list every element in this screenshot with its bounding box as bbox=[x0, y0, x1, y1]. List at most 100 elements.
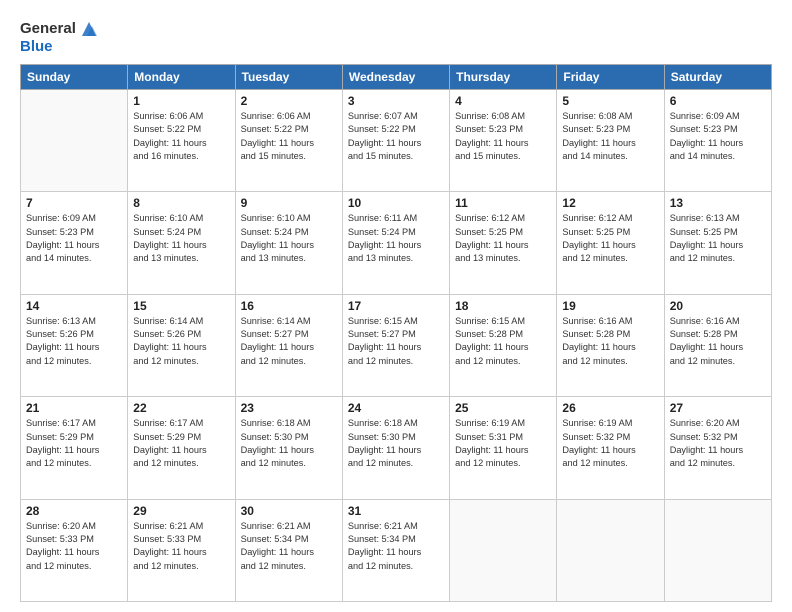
day-number: 27 bbox=[670, 401, 766, 415]
day-number: 28 bbox=[26, 504, 122, 518]
day-info: Sunrise: 6:09 AM Sunset: 5:23 PM Dayligh… bbox=[670, 110, 766, 163]
day-info: Sunrise: 6:17 AM Sunset: 5:29 PM Dayligh… bbox=[133, 417, 229, 470]
day-number: 23 bbox=[241, 401, 337, 415]
day-info: Sunrise: 6:21 AM Sunset: 5:33 PM Dayligh… bbox=[133, 520, 229, 573]
calendar-cell: 16 Sunrise: 6:14 AM Sunset: 5:27 PM Dayli… bbox=[235, 294, 342, 396]
calendar-cell: 21Sunrise: 6:17 AM Sunset: 5:29 PM Dayli… bbox=[21, 397, 128, 499]
day-number: 3 bbox=[348, 94, 444, 108]
day-info: Sunrise: 6:15 AM Sunset: 5:27 PM Dayligh… bbox=[348, 315, 444, 368]
day-number: 31 bbox=[348, 504, 444, 518]
calendar-week-row: 7 Sunrise: 6:09 AM Sunset: 5:23 PM Daylig… bbox=[21, 192, 772, 294]
calendar-cell: 6 Sunrise: 6:09 AM Sunset: 5:23 PM Daylig… bbox=[664, 90, 771, 192]
day-number: 2 bbox=[241, 94, 337, 108]
day-number: 29 bbox=[133, 504, 229, 518]
calendar-cell: 13Sunrise: 6:13 AM Sunset: 5:25 PM Dayli… bbox=[664, 192, 771, 294]
day-info: Sunrise: 6:11 AM Sunset: 5:24 PM Dayligh… bbox=[348, 212, 444, 265]
calendar-cell: 10Sunrise: 6:11 AM Sunset: 5:24 PM Dayli… bbox=[342, 192, 449, 294]
day-number: 19 bbox=[562, 299, 658, 313]
calendar-cell: 9 Sunrise: 6:10 AM Sunset: 5:24 PM Daylig… bbox=[235, 192, 342, 294]
day-info: Sunrise: 6:14 AM Sunset: 5:27 PM Dayligh… bbox=[241, 315, 337, 368]
day-number: 30 bbox=[241, 504, 337, 518]
calendar-cell: 22 Sunrise: 6:17 AM Sunset: 5:29 PM Dayli… bbox=[128, 397, 235, 499]
day-info: Sunrise: 6:09 AM Sunset: 5:23 PM Dayligh… bbox=[26, 212, 122, 265]
calendar-cell: 23 Sunrise: 6:18 AM Sunset: 5:30 PM Dayli… bbox=[235, 397, 342, 499]
calendar-cell: 7 Sunrise: 6:09 AM Sunset: 5:23 PM Daylig… bbox=[21, 192, 128, 294]
day-number: 18 bbox=[455, 299, 551, 313]
calendar-cell: 27Sunrise: 6:20 AM Sunset: 5:32 PM Dayli… bbox=[664, 397, 771, 499]
day-info: Sunrise: 6:06 AM Sunset: 5:22 PM Dayligh… bbox=[133, 110, 229, 163]
calendar-week-row: 21 Sunrise: 6:17 AM Sunset: 5:29 PM Dayli… bbox=[21, 397, 772, 499]
day-number: 25 bbox=[455, 401, 551, 415]
weekday-header: Tuesday bbox=[235, 65, 342, 90]
calendar-cell: 31 Sunrise: 6:21 AM Sunset: 5:34 PM Dayli… bbox=[342, 499, 449, 601]
day-number: 24 bbox=[348, 401, 444, 415]
calendar-cell: 3 Sunrise: 6:07 AM Sunset: 5:22 PM Daylig… bbox=[342, 90, 449, 192]
day-number: 6 bbox=[670, 94, 766, 108]
calendar-header-row: SundayMondayTuesdayWednesdayThursdayFrid… bbox=[21, 65, 772, 90]
day-number: 1 bbox=[133, 94, 229, 108]
day-info: Sunrise: 6:15 AM Sunset: 5:28 PM Dayligh… bbox=[455, 315, 551, 368]
calendar-cell bbox=[664, 499, 771, 601]
day-info: Sunrise: 6:18 AM Sunset: 5:30 PM Dayligh… bbox=[348, 417, 444, 470]
calendar-cell: 4Sunrise: 6:08 AM Sunset: 5:23 PM Daylig… bbox=[450, 90, 557, 192]
calendar-cell: 12Sunrise: 6:12 AM Sunset: 5:25 PM Dayli… bbox=[557, 192, 664, 294]
day-info: Sunrise: 6:13 AM Sunset: 5:25 PM Dayligh… bbox=[670, 212, 766, 265]
day-number: 15 bbox=[133, 299, 229, 313]
calendar-cell: 18 Sunrise: 6:15 AM Sunset: 5:28 PM Dayli… bbox=[450, 294, 557, 396]
day-number: 26 bbox=[562, 401, 658, 415]
day-number: 9 bbox=[241, 196, 337, 210]
day-number: 7 bbox=[26, 196, 122, 210]
calendar-cell: 17 Sunrise: 6:15 AM Sunset: 5:27 PM Dayli… bbox=[342, 294, 449, 396]
header: General Blue bbox=[20, 18, 772, 56]
calendar-cell: 26 Sunrise: 6:19 AM Sunset: 5:32 PM Dayli… bbox=[557, 397, 664, 499]
day-number: 11 bbox=[455, 196, 551, 210]
day-info: Sunrise: 6:12 AM Sunset: 5:25 PM Dayligh… bbox=[455, 212, 551, 265]
calendar-cell: 8Sunrise: 6:10 AM Sunset: 5:24 PM Daylig… bbox=[128, 192, 235, 294]
calendar-cell: 14 Sunrise: 6:13 AM Sunset: 5:26 PM Dayli… bbox=[21, 294, 128, 396]
day-info: Sunrise: 6:20 AM Sunset: 5:33 PM Dayligh… bbox=[26, 520, 122, 573]
logo-general: General bbox=[20, 20, 76, 38]
day-info: Sunrise: 6:13 AM Sunset: 5:26 PM Dayligh… bbox=[26, 315, 122, 368]
day-info: Sunrise: 6:10 AM Sunset: 5:24 PM Dayligh… bbox=[133, 212, 229, 265]
day-number: 17 bbox=[348, 299, 444, 313]
day-info: Sunrise: 6:07 AM Sunset: 5:22 PM Dayligh… bbox=[348, 110, 444, 163]
logo: General Blue bbox=[20, 18, 100, 56]
weekday-header: Friday bbox=[557, 65, 664, 90]
day-info: Sunrise: 6:12 AM Sunset: 5:25 PM Dayligh… bbox=[562, 212, 658, 265]
day-number: 22 bbox=[133, 401, 229, 415]
weekday-header: Saturday bbox=[664, 65, 771, 90]
weekday-header: Monday bbox=[128, 65, 235, 90]
day-number: 5 bbox=[562, 94, 658, 108]
day-info: Sunrise: 6:19 AM Sunset: 5:32 PM Dayligh… bbox=[562, 417, 658, 470]
page: General Blue SundayMondayTuesdayWednesda… bbox=[0, 0, 792, 612]
day-number: 14 bbox=[26, 299, 122, 313]
weekday-header: Sunday bbox=[21, 65, 128, 90]
day-info: Sunrise: 6:18 AM Sunset: 5:30 PM Dayligh… bbox=[241, 417, 337, 470]
weekday-header: Wednesday bbox=[342, 65, 449, 90]
calendar-cell bbox=[21, 90, 128, 192]
calendar-cell: 25 Sunrise: 6:19 AM Sunset: 5:31 PM Dayli… bbox=[450, 397, 557, 499]
calendar-table: SundayMondayTuesdayWednesdayThursdayFrid… bbox=[20, 64, 772, 602]
calendar-cell: 20Sunrise: 6:16 AM Sunset: 5:28 PM Dayli… bbox=[664, 294, 771, 396]
calendar-cell: 1 Sunrise: 6:06 AM Sunset: 5:22 PM Daylig… bbox=[128, 90, 235, 192]
day-info: Sunrise: 6:21 AM Sunset: 5:34 PM Dayligh… bbox=[348, 520, 444, 573]
weekday-header: Thursday bbox=[450, 65, 557, 90]
calendar-cell: 28 Sunrise: 6:20 AM Sunset: 5:33 PM Dayli… bbox=[21, 499, 128, 601]
day-info: Sunrise: 6:19 AM Sunset: 5:31 PM Dayligh… bbox=[455, 417, 551, 470]
calendar-cell: 30Sunrise: 6:21 AM Sunset: 5:34 PM Dayli… bbox=[235, 499, 342, 601]
day-number: 21 bbox=[26, 401, 122, 415]
day-info: Sunrise: 6:10 AM Sunset: 5:24 PM Dayligh… bbox=[241, 212, 337, 265]
calendar-cell: 19Sunrise: 6:16 AM Sunset: 5:28 PM Dayli… bbox=[557, 294, 664, 396]
calendar-cell: 5Sunrise: 6:08 AM Sunset: 5:23 PM Daylig… bbox=[557, 90, 664, 192]
logo-blue: Blue bbox=[20, 38, 53, 56]
calendar-cell: 11 Sunrise: 6:12 AM Sunset: 5:25 PM Dayli… bbox=[450, 192, 557, 294]
day-info: Sunrise: 6:16 AM Sunset: 5:28 PM Dayligh… bbox=[670, 315, 766, 368]
day-number: 16 bbox=[241, 299, 337, 313]
calendar-cell: 2 Sunrise: 6:06 AM Sunset: 5:22 PM Daylig… bbox=[235, 90, 342, 192]
calendar-cell bbox=[557, 499, 664, 601]
calendar-week-row: 14 Sunrise: 6:13 AM Sunset: 5:26 PM Dayli… bbox=[21, 294, 772, 396]
day-info: Sunrise: 6:06 AM Sunset: 5:22 PM Dayligh… bbox=[241, 110, 337, 163]
calendar-cell bbox=[450, 499, 557, 601]
day-info: Sunrise: 6:14 AM Sunset: 5:26 PM Dayligh… bbox=[133, 315, 229, 368]
day-number: 4 bbox=[455, 94, 551, 108]
